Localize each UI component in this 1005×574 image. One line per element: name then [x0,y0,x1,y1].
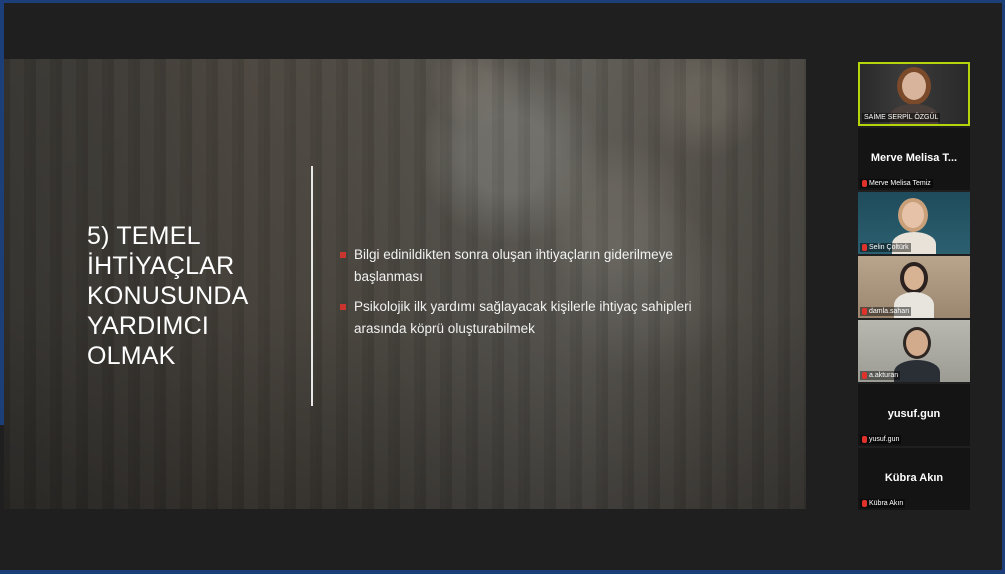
participant-name-tag: yusuf.gun [860,435,902,444]
participant-tile[interactable]: damla.sahan [858,256,970,318]
bullet-square-icon [340,304,346,310]
participant-name-tag: Merve Melisa Temiz [860,179,933,188]
participant-name: damla.sahan [869,308,910,315]
slide-title: 5) TEMEL İHTİYAÇLAR KONUSUNDA YARDIMCI O… [87,221,287,371]
participant-tile[interactable]: Selin Çoltürk [858,192,970,254]
participant-tile[interactable]: yusuf.gun yusuf.gun [858,384,970,446]
mic-off-icon [862,180,867,187]
slide-bullet: Psikolojik ilk yardımı sağlayacak kişile… [340,296,740,340]
participant-name-tag: SAİME SERPİL ÖZGÜL [862,113,941,122]
participant-face [906,330,928,356]
participant-tile-active-speaker[interactable]: SAİME SERPİL ÖZGÜL [858,62,970,126]
slide-divider [311,166,313,406]
participant-tile[interactable]: a.akturan [858,320,970,382]
participant-name: SAİME SERPİL ÖZGÜL [864,114,939,121]
participant-name-tag: a.akturan [860,371,901,380]
slide-bullet-text: Psikolojik ilk yardımı sağlayacak kişile… [354,299,692,336]
bullet-square-icon [340,252,346,258]
mic-off-icon [862,436,867,443]
participant-gallery: SAİME SERPİL ÖZGÜL Merve Melisa T... Mer… [858,62,970,512]
share-frame-bottom [0,570,1005,574]
participant-name: Merve Melisa Temiz [869,180,931,187]
slide-title-line: OLMAK [87,342,176,370]
participant-face [904,266,924,290]
slide-bullet-list: Bilgi edinildikten sonra oluşan ihtiyaçl… [340,244,740,348]
participant-face [902,202,924,228]
mic-off-icon [862,308,867,315]
participant-name: Selin Çoltürk [869,244,909,251]
participant-name: a.akturan [869,372,899,379]
participant-name-tag: Kübra Akın [860,499,906,508]
participant-tile[interactable]: Kübra Akın Kübra Akın [858,448,970,510]
slide-title-line: YARDIMCI [87,312,209,340]
participant-body [894,360,940,382]
slide-title-line: 5) TEMEL [87,222,201,250]
participant-display-name: yusuf.gun [887,408,941,420]
shared-slide: 5) TEMEL İHTİYAÇLAR KONUSUNDA YARDIMCI O… [4,59,806,509]
participant-display-name: Kübra Akın [884,472,944,484]
participant-display-name: Merve Melisa T... [870,152,958,164]
mic-off-icon [862,244,867,251]
participant-name-tag: damla.sahan [860,307,912,316]
participant-name-tag: Selin Çoltürk [860,243,911,252]
mic-off-icon [862,500,867,507]
slide-bullet: Bilgi edinildikten sonra oluşan ihtiyaçl… [340,244,740,288]
slide-bullet-text: Bilgi edinildikten sonra oluşan ihtiyaçl… [354,247,673,284]
participant-tile[interactable]: Merve Melisa T... Merve Melisa Temiz [858,128,970,190]
mic-off-icon [862,372,867,379]
participant-face [902,72,926,100]
participant-name: yusuf.gun [869,436,900,443]
slide-title-line: KONUSUNDA [87,282,249,310]
slide-title-line: İHTİYAÇLAR [87,252,235,280]
participant-name: Kübra Akın [869,500,904,507]
